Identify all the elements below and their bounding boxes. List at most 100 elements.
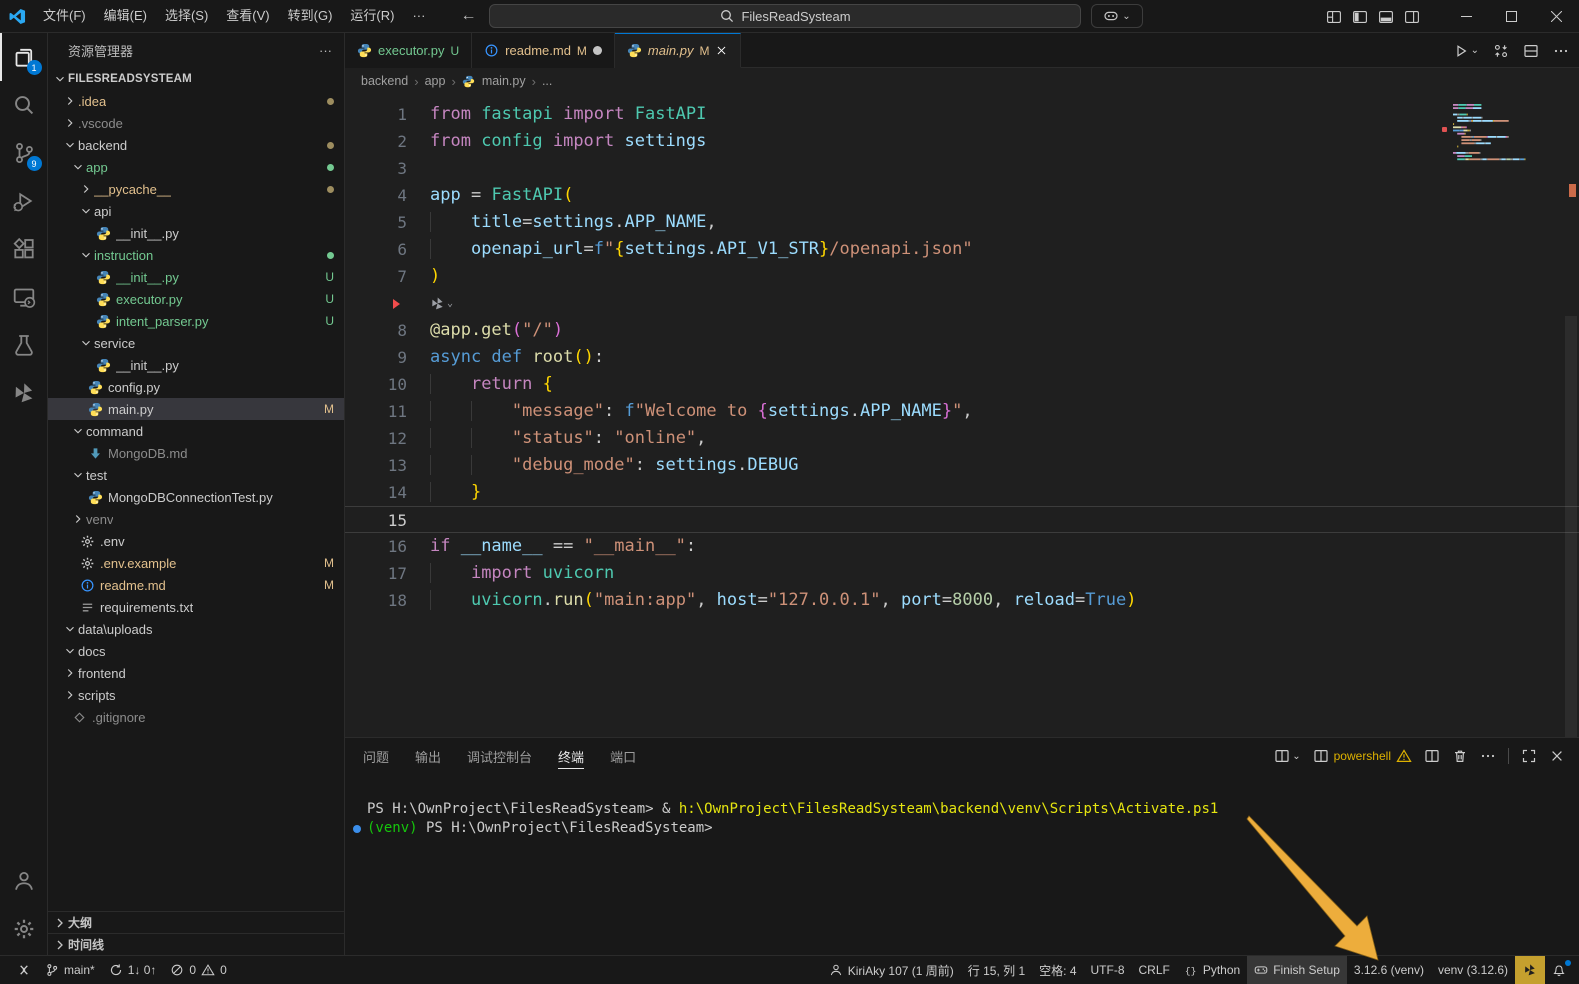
open-changes-icon[interactable] <box>1493 43 1509 59</box>
terminal-shell-tab[interactable]: powershell <box>1313 748 1412 764</box>
tree-item-intent_parser.py[interactable]: intent_parser.pyU <box>48 310 344 332</box>
tree-item-MongoDB.md[interactable]: MongoDB.md <box>48 442 344 464</box>
tree-item-config.py[interactable]: config.py <box>48 376 344 398</box>
activitybar-search[interactable] <box>0 81 48 129</box>
activitybar-settings[interactable] <box>0 905 48 953</box>
menu-编辑(E)[interactable]: 编辑(E) <box>95 4 156 28</box>
terminal[interactable]: PS H:\OwnProject\FilesReadSysteam> & h:\… <box>345 774 1579 838</box>
close-tab-icon[interactable] <box>715 44 728 57</box>
activitybar-accounts[interactable] <box>0 857 48 905</box>
tab-readme.md[interactable]: readme.mdM <box>472 33 615 68</box>
statusbar-python-interpreter[interactable]: 3.12.6 (venv) <box>1347 956 1431 984</box>
statusbar-language-mode[interactable]: {}Python <box>1177 956 1247 984</box>
tree-item-.idea[interactable]: .idea <box>48 90 344 112</box>
panel-tab-调试控制台[interactable]: 调试控制台 <box>467 738 532 774</box>
statusbar-notifications-bell[interactable] <box>1545 956 1573 984</box>
run-python-button[interactable]: ⌄ <box>1453 43 1479 59</box>
timeline-section[interactable]: 时间线 <box>48 933 344 955</box>
tree-item-main.py[interactable]: main.pyM <box>48 398 344 420</box>
menu-运行(R)[interactable]: 运行(R) <box>341 4 403 28</box>
terminal-profile-button[interactable]: ⌄ <box>1274 748 1300 764</box>
menu-选择(S)[interactable]: 选择(S) <box>156 4 217 28</box>
tree-item-app[interactable]: app <box>48 156 344 178</box>
tree-item-readme.md[interactable]: readme.mdM <box>48 574 344 596</box>
split-terminal-icon[interactable] <box>1424 748 1440 764</box>
menu-···[interactable]: ··· <box>403 4 434 28</box>
breadcrumb-backend[interactable]: backend <box>361 74 408 88</box>
tree-item-instruction[interactable]: instruction <box>48 244 344 266</box>
statusbar-finish-setup[interactable]: Finish Setup <box>1247 956 1347 984</box>
tree-item-executor.py[interactable]: executor.pyU <box>48 288 344 310</box>
breadcrumb-main.py[interactable]: main.py <box>482 74 526 88</box>
activitybar-extensions[interactable] <box>0 225 48 273</box>
kill-terminal-icon[interactable] <box>1452 748 1468 764</box>
customize-layout-icon[interactable] <box>1326 9 1342 25</box>
tree-item-backend[interactable]: backend <box>48 134 344 156</box>
toggle-secondary-sidebar-icon[interactable] <box>1404 9 1420 25</box>
activitybar-testing[interactable] <box>0 321 48 369</box>
tree-item-data\uploads[interactable]: data\uploads <box>48 618 344 640</box>
close-button[interactable] <box>1534 0 1579 33</box>
statusbar-cursor-position[interactable]: 行 15, 列 1 <box>961 956 1032 984</box>
statusbar-extension-status[interactable] <box>1515 956 1545 984</box>
command-center-search[interactable]: FilesReadSysteam <box>489 4 1081 28</box>
tree-item-docs[interactable]: docs <box>48 640 344 662</box>
statusbar-sync-status[interactable]: 1↓ 0↑ <box>102 956 164 984</box>
tree-item-frontend[interactable]: frontend <box>48 662 344 684</box>
close-panel-icon[interactable] <box>1549 748 1565 764</box>
sidebar-more-icon[interactable]: ··· <box>319 43 332 58</box>
tree-item-scripts[interactable]: scripts <box>48 684 344 706</box>
statusbar-eol[interactable]: CRLF <box>1132 956 1177 984</box>
more-actions-icon[interactable] <box>1480 748 1496 764</box>
editor-scrollbar[interactable] <box>1565 316 1577 737</box>
minimap[interactable] <box>1451 102 1561 172</box>
tree-item-.env[interactable]: .env <box>48 530 344 552</box>
panel-tab-终端[interactable]: 终端 <box>558 738 584 774</box>
tree-item-__pycache__[interactable]: __pycache__ <box>48 178 344 200</box>
menu-文件(F)[interactable]: 文件(F) <box>34 4 95 28</box>
tab-executor.py[interactable]: executor.pyU <box>345 33 472 68</box>
activitybar-run-debug[interactable] <box>0 177 48 225</box>
tree-item-test[interactable]: test <box>48 464 344 486</box>
tab-main.py[interactable]: main.pyM <box>615 33 742 68</box>
tree-item-.gitignore[interactable]: .gitignore <box>48 706 344 728</box>
split-editor-icon[interactable] <box>1523 43 1539 59</box>
tree-item-service[interactable]: service <box>48 332 344 354</box>
more-actions-icon[interactable] <box>1553 43 1569 59</box>
tree-item-venv[interactable]: venv <box>48 508 344 530</box>
statusbar-remote-indicator[interactable] <box>10 956 38 984</box>
statusbar-venv-indicator[interactable]: venv (3.12.6) <box>1431 956 1515 984</box>
minimize-button[interactable] <box>1444 0 1489 33</box>
panel-tab-输出[interactable]: 输出 <box>415 738 441 774</box>
tree-item-FILESREADSYSTEAM[interactable]: FILESREADSYSTEAM <box>48 68 344 90</box>
maximize-button[interactable] <box>1489 0 1534 33</box>
toggle-panel-icon[interactable] <box>1378 9 1394 25</box>
tree-item-requirements.txt[interactable]: requirements.txt <box>48 596 344 618</box>
tree-item-.vscode[interactable]: .vscode <box>48 112 344 134</box>
back-arrow-icon[interactable]: ← <box>460 7 476 25</box>
tree-item-__init__.py[interactable]: __init__.py <box>48 354 344 376</box>
statusbar-encoding[interactable]: UTF-8 <box>1084 956 1132 984</box>
statusbar-problems-status[interactable]: 00 <box>163 956 233 984</box>
breadcrumb-app[interactable]: app <box>425 74 446 88</box>
statusbar-author-status[interactable]: KiriAky 107 (1 周前) <box>822 956 961 984</box>
activitybar-source-control[interactable]: 9 <box>0 129 48 177</box>
outline-section[interactable]: 大纲 <box>48 911 344 933</box>
statusbar-branch-status[interactable]: main* <box>38 956 102 984</box>
tree-item-__init__.py[interactable]: __init__.pyU <box>48 266 344 288</box>
activitybar-remote-explorer[interactable] <box>0 273 48 321</box>
menu-查看(V)[interactable]: 查看(V) <box>217 4 278 28</box>
menu-转到(G)[interactable]: 转到(G) <box>279 4 342 28</box>
copilot-button[interactable]: ⌄ <box>1091 4 1143 28</box>
activitybar-explorer[interactable]: 1 <box>0 33 48 81</box>
ai-pinwheel-icon[interactable]: ⌄ <box>430 296 453 311</box>
code-editor[interactable]: 1from fastapi import FastAPI2from config… <box>345 94 1579 737</box>
panel-tab-端口[interactable]: 端口 <box>610 738 636 774</box>
breadcrumb[interactable]: backend›app›main.py›... <box>345 68 1579 94</box>
maximize-panel-icon[interactable] <box>1521 748 1537 764</box>
toggle-sidebar-icon[interactable] <box>1352 9 1368 25</box>
tree-item-command[interactable]: command <box>48 420 344 442</box>
tree-item-api[interactable]: api <box>48 200 344 222</box>
panel-tab-问题[interactable]: 问题 <box>363 738 389 774</box>
tree-item-__init__.py[interactable]: __init__.py <box>48 222 344 244</box>
